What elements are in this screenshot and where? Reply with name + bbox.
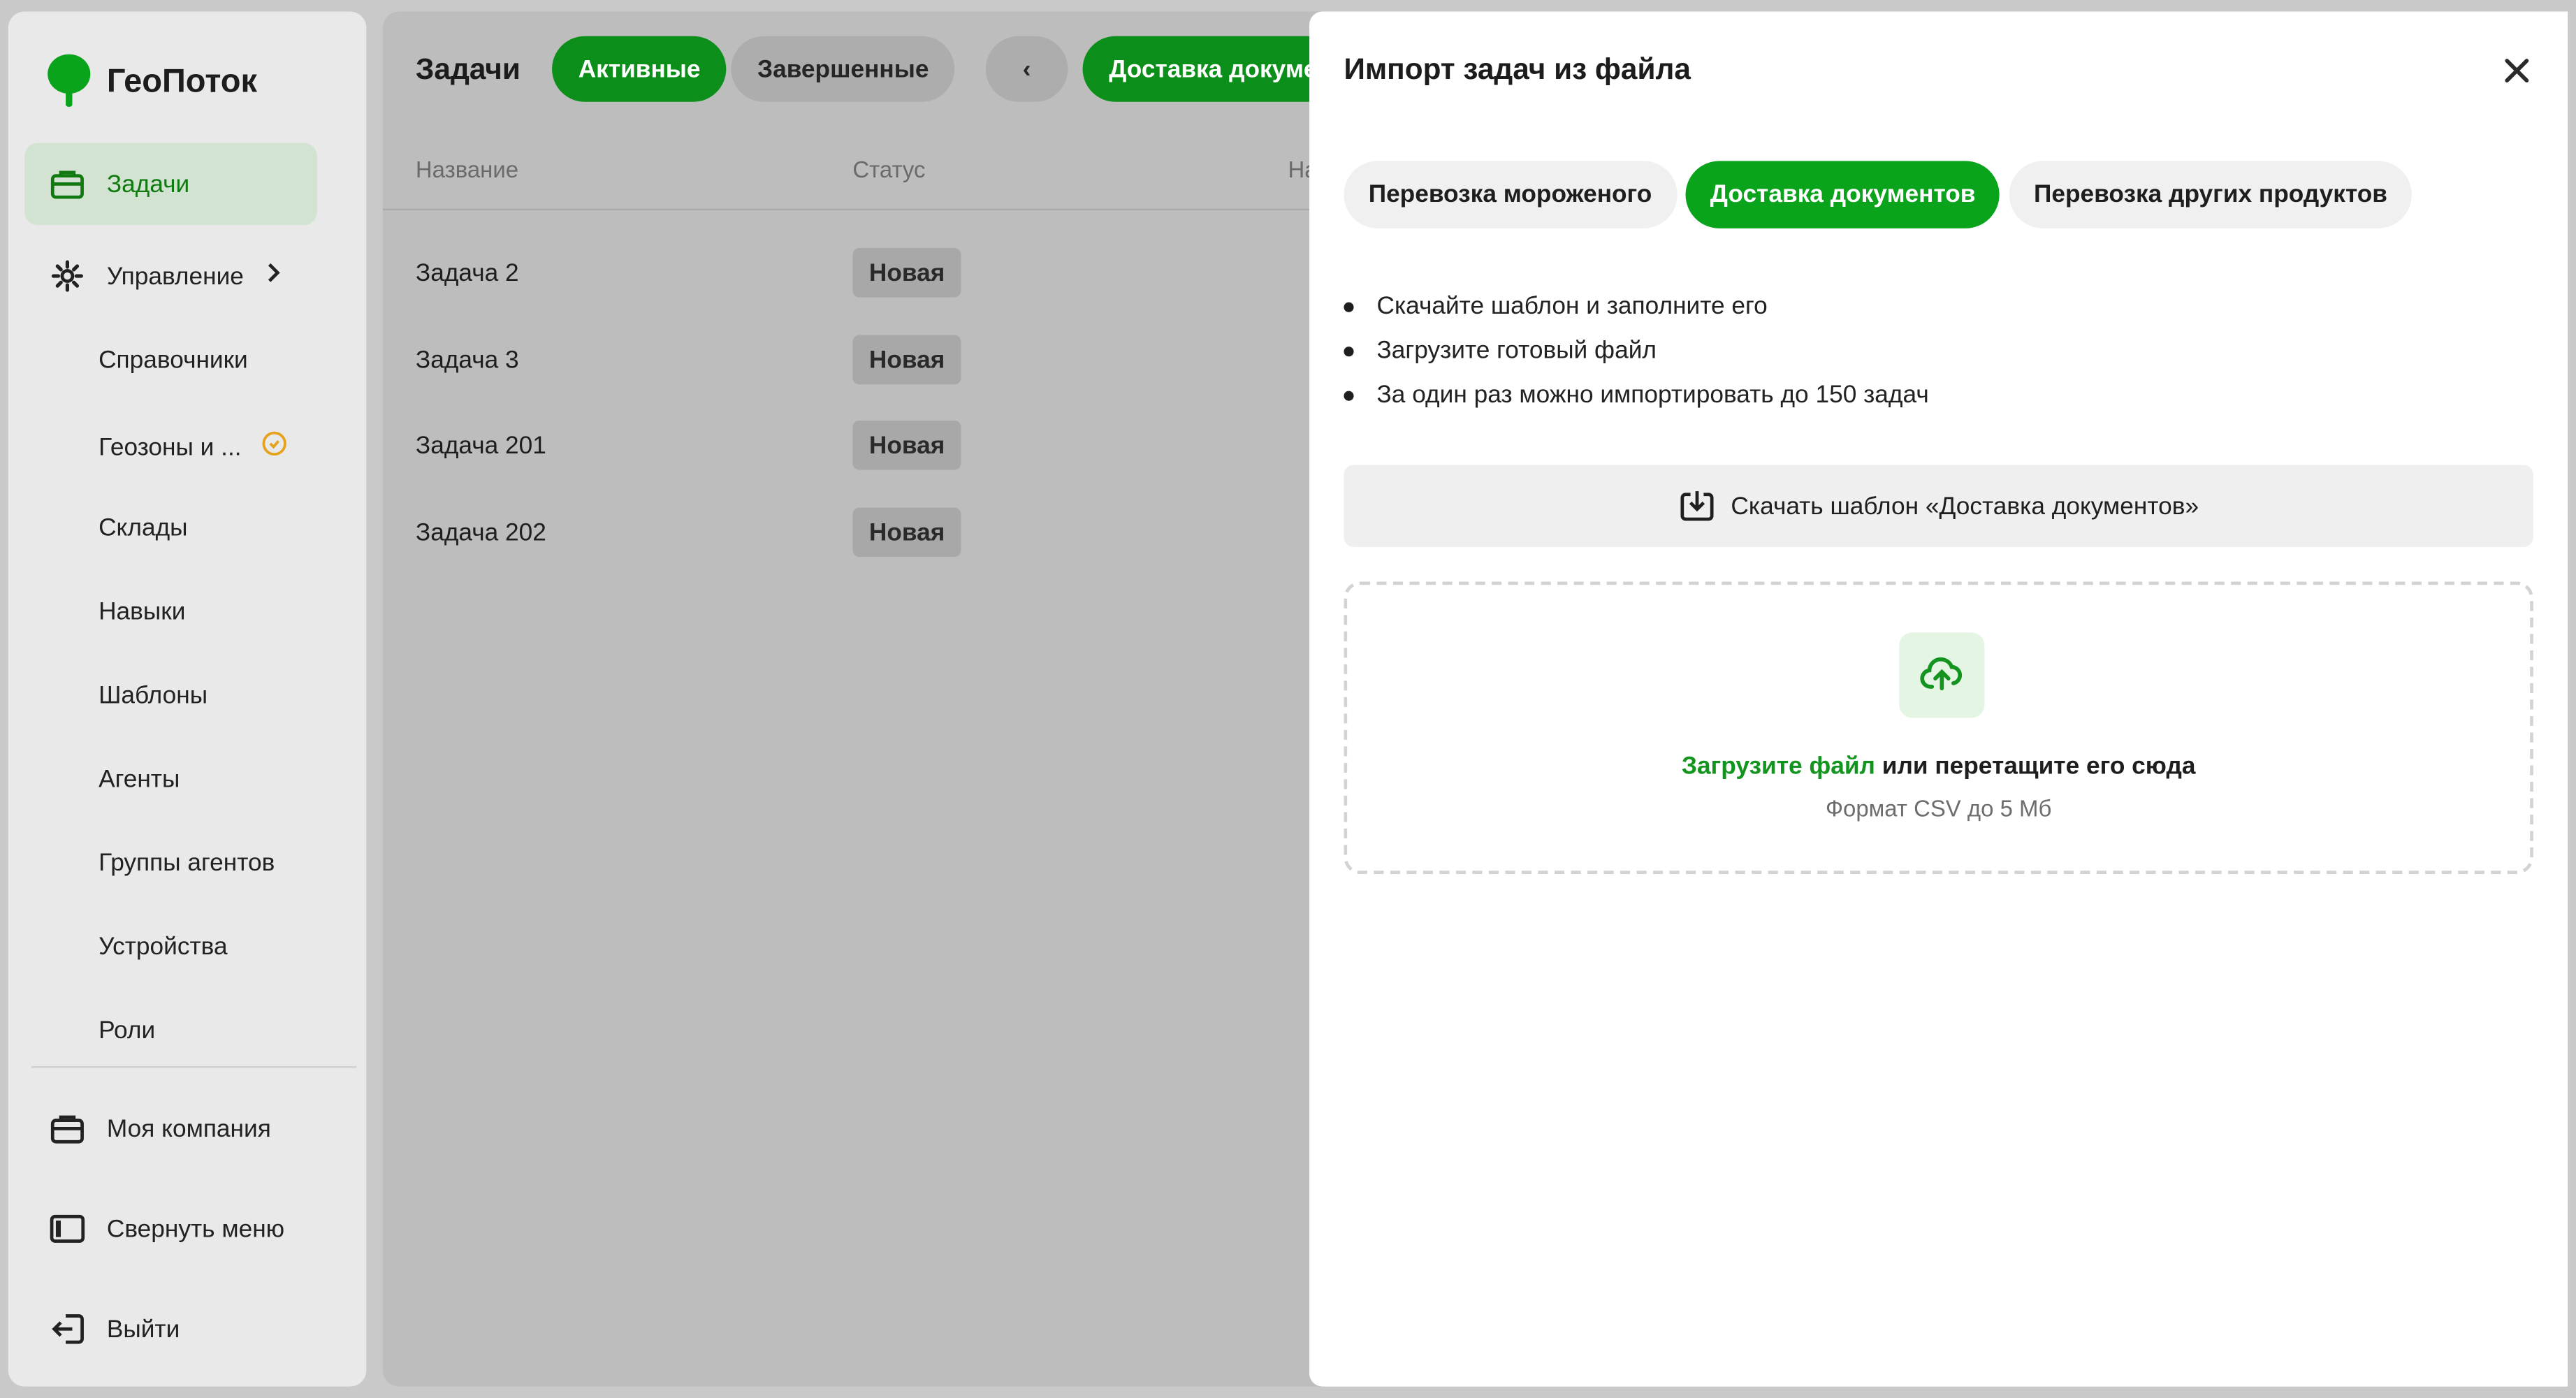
sidebar-item-label: Склады bbox=[99, 514, 188, 542]
cloud-upload-icon bbox=[1899, 632, 1985, 718]
scroll-left-button[interactable]: ‹ bbox=[985, 36, 1068, 102]
table-row-name[interactable]: Задача 2 bbox=[416, 260, 519, 288]
sidebar-item-devices[interactable]: Устройства bbox=[99, 933, 228, 961]
tab-active[interactable]: Активные bbox=[552, 36, 727, 102]
sidebar-item-label: Свернуть меню bbox=[106, 1214, 285, 1243]
tab-document-delivery[interactable]: Доставка документов bbox=[1685, 161, 2000, 228]
tab-other-products-transport[interactable]: Перевозка других продуктов bbox=[2009, 161, 2413, 228]
sidebar-item-roles[interactable]: Роли bbox=[99, 1017, 155, 1045]
sidebar-item-label: Агенты bbox=[99, 765, 180, 794]
status-badge: Новая bbox=[852, 507, 961, 558]
sidebar-item-label: Устройства bbox=[99, 933, 228, 961]
download-icon bbox=[1678, 488, 1715, 524]
sidebar-item-templates[interactable]: Шаблоны bbox=[99, 682, 208, 710]
sidebar-item-agents[interactable]: Агенты bbox=[99, 766, 180, 794]
sidebar-item-label: Задачи bbox=[106, 170, 190, 198]
sidebar-item-tasks[interactable]: Задачи bbox=[24, 143, 317, 226]
sidebar-item-my-company[interactable]: Моя компания bbox=[24, 1088, 317, 1170]
instruction-text: За один раз можно импортировать до 150 з… bbox=[1376, 381, 1929, 409]
table-row-name[interactable]: Задача 202 bbox=[416, 519, 546, 547]
tab-ice-cream-transport[interactable]: Перевозка мороженого bbox=[1344, 161, 1677, 228]
tab-completed[interactable]: Завершенные bbox=[731, 36, 956, 102]
column-header-name[interactable]: Название bbox=[416, 156, 518, 182]
page-title: Задачи bbox=[415, 52, 521, 86]
chevron-right-icon bbox=[267, 261, 284, 291]
upload-instruction: Загрузите файл или перетащите его сюда bbox=[1347, 752, 2530, 780]
table-row-name[interactable]: Задача 3 bbox=[416, 347, 519, 374]
logout-icon bbox=[48, 1309, 87, 1348]
sidebar-item-label: Роли bbox=[99, 1017, 156, 1045]
sidebar-item-label: Шаблоны bbox=[99, 681, 208, 710]
download-template-label: Скачать шаблон «Доставка документов» bbox=[1731, 492, 2199, 520]
sidebar-divider bbox=[31, 1066, 357, 1068]
sidebar-item-geozones[interactable]: Геозоны и ... bbox=[99, 430, 287, 463]
instruction-item: Загрузите готовый файл bbox=[1344, 337, 1657, 365]
sidebar-item-label: Выйти bbox=[106, 1315, 180, 1344]
sidebar-item-label: Группы агентов bbox=[99, 849, 275, 878]
app-window: ГеоПоток Задачи Управление Справочники Г… bbox=[0, 0, 2576, 1398]
status-badge: Новая bbox=[852, 248, 961, 298]
instruction-item: Скачайте шаблон и заполните его bbox=[1344, 292, 1768, 321]
close-icon[interactable] bbox=[2498, 52, 2535, 89]
sidebar-item-references[interactable]: Справочники bbox=[99, 347, 248, 374]
sidebar-item-label: Навыки bbox=[99, 597, 186, 626]
sidebar-item-label: Моя компания bbox=[106, 1114, 271, 1143]
download-template-button[interactable]: Скачать шаблон «Доставка документов» bbox=[1344, 465, 2533, 548]
app-name: ГеоПоток bbox=[106, 63, 258, 100]
logo[interactable]: ГеоПоток bbox=[44, 54, 257, 110]
status-badge: Новая bbox=[852, 420, 961, 470]
sidebar-item-skills[interactable]: Навыки bbox=[99, 598, 185, 626]
sidebar-item-label: Справочники bbox=[99, 347, 248, 375]
clock-warning-icon bbox=[261, 430, 288, 463]
upload-file-link[interactable]: Загрузите файл bbox=[1682, 752, 1875, 780]
upload-format-hint: Формат CSV до 5 Мб bbox=[1825, 795, 2052, 822]
sidebar-item-label: Управление bbox=[106, 262, 244, 291]
instruction-text: Скачайте шаблон и заполните его bbox=[1376, 292, 1768, 321]
sidebar-item-logout[interactable]: Выйти bbox=[24, 1288, 317, 1370]
logo-tree-icon bbox=[44, 54, 94, 110]
briefcase-icon bbox=[48, 164, 87, 203]
instruction-text: Загрузите готовый файл bbox=[1376, 337, 1657, 365]
sidebar-item-agent-groups[interactable]: Группы агентов bbox=[99, 850, 275, 878]
status-badge: Новая bbox=[852, 335, 961, 385]
sidebar: ГеоПоток Задачи Управление Справочники Г… bbox=[8, 11, 367, 1387]
instruction-item: За один раз можно импортировать до 150 з… bbox=[1344, 381, 1929, 409]
column-header-status[interactable]: Статус bbox=[852, 156, 925, 182]
briefcase-icon bbox=[48, 1109, 87, 1148]
sidebar-item-collapse[interactable]: Свернуть меню bbox=[24, 1188, 317, 1270]
sidebar-item-management[interactable]: Управление bbox=[24, 235, 317, 317]
sidebar-item-label: Геозоны и ... bbox=[99, 432, 242, 461]
gear-icon bbox=[48, 256, 87, 296]
table-row-name[interactable]: Задача 201 bbox=[416, 432, 546, 460]
upload-drag-text: или перетащите его сюда bbox=[1875, 752, 2196, 780]
sidebar-collapse-icon bbox=[48, 1209, 87, 1248]
modal-title: Импорт задач из файла bbox=[1344, 52, 1691, 86]
import-modal: Импорт задач из файла Перевозка морожено… bbox=[1309, 11, 2568, 1387]
file-dropzone[interactable]: Загрузите файл или перетащите его сюда Ф… bbox=[1344, 581, 2533, 874]
sidebar-item-warehouses[interactable]: Склады bbox=[99, 514, 187, 542]
category-chip[interactable]: Доставка докуме bbox=[1082, 36, 1344, 102]
